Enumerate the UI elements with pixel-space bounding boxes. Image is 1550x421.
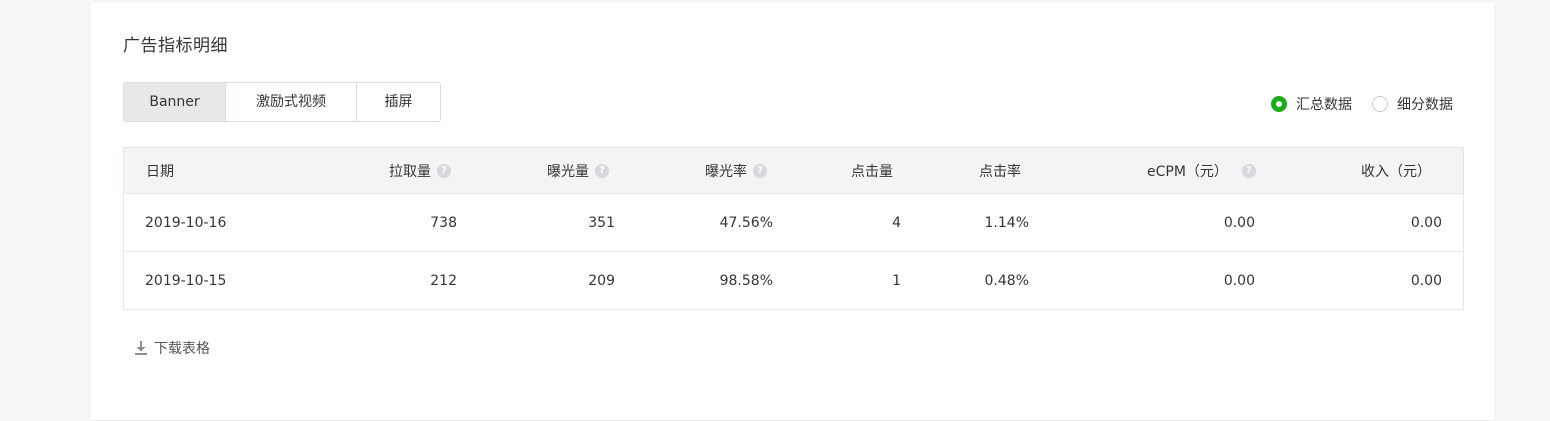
radio-checked-icon [1271,96,1287,112]
cell-ecpm: 0.00 [1223,214,1255,231]
help-icon[interactable]: ? [595,163,609,178]
radio-detailed-label: 细分数据 [1397,97,1453,113]
tab-interstitial[interactable]: 插屏 [357,83,440,121]
cell-clicks: 1 [892,272,901,289]
tab-rewarded-video[interactable]: 激励式视频 [226,83,357,121]
header-click-rate: 点击率 [979,163,1021,180]
cell-impressions: 209 [588,272,615,289]
cell-date: 2019-10-15 [145,272,227,289]
radio-summary-label: 汇总数据 [1296,97,1352,113]
header-impression-rate: 曝光率? [705,148,767,193]
cell-revenue: 0.00 [1410,214,1442,231]
cell-impressions: 351 [588,214,615,231]
download-table-button[interactable]: 下载表格 [134,338,210,358]
cell-requests: 212 [430,272,457,289]
cell-requests: 738 [430,214,457,231]
help-icon[interactable]: ? [753,163,767,178]
radio-unchecked-icon [1372,96,1388,112]
radio-summary-data[interactable]: 汇总数据 [1271,94,1352,114]
header-clicks: 点击量 [851,163,893,180]
ad-type-tabs: Banner 激励式视频 插屏 [123,82,441,122]
help-icon[interactable]: ? [437,163,451,178]
header-date: 日期 [146,163,174,180]
cell-date: 2019-10-16 [145,214,227,231]
header-impressions: 曝光量? [547,148,609,193]
cell-click-rate: 0.48% [984,272,1029,289]
header-revenue: 收入（元） [1361,163,1431,180]
table-header: 日期 拉取量? 曝光量? 曝光率? 点击量 点击率 eCPM（元）? 收入（元） [124,148,1463,194]
header-ecpm: eCPM（元）? [1147,148,1256,193]
table-row: 2019-10-16 738 351 47.56% 4 1.14% 0.00 0… [124,194,1463,252]
radio-detailed-data[interactable]: 细分数据 [1372,94,1453,114]
download-icon [135,341,147,355]
view-mode-radio-group: 汇总数据 细分数据 [1251,94,1453,114]
tab-banner[interactable]: Banner [124,83,226,121]
help-icon[interactable]: ? [1241,163,1256,178]
cell-clicks: 4 [892,214,901,231]
ad-metrics-card: 广告指标明细 Banner 激励式视频 插屏 汇总数据 细分数据 日期 拉取量?… [89,1,1496,421]
section-title: 广告指标明细 [123,36,228,56]
download-label: 下载表格 [154,341,210,357]
cell-ecpm: 0.00 [1223,272,1255,289]
header-requests: 拉取量? [389,148,451,193]
cell-impression-rate: 98.58% [719,272,773,289]
cell-revenue: 0.00 [1410,272,1442,289]
metrics-table: 日期 拉取量? 曝光量? 曝光率? 点击量 点击率 eCPM（元）? 收入（元）… [123,147,1464,310]
cell-click-rate: 1.14% [984,214,1029,231]
cell-impression-rate: 47.56% [719,214,773,231]
table-row: 2019-10-15 212 209 98.58% 1 0.48% 0.00 0… [124,252,1463,309]
